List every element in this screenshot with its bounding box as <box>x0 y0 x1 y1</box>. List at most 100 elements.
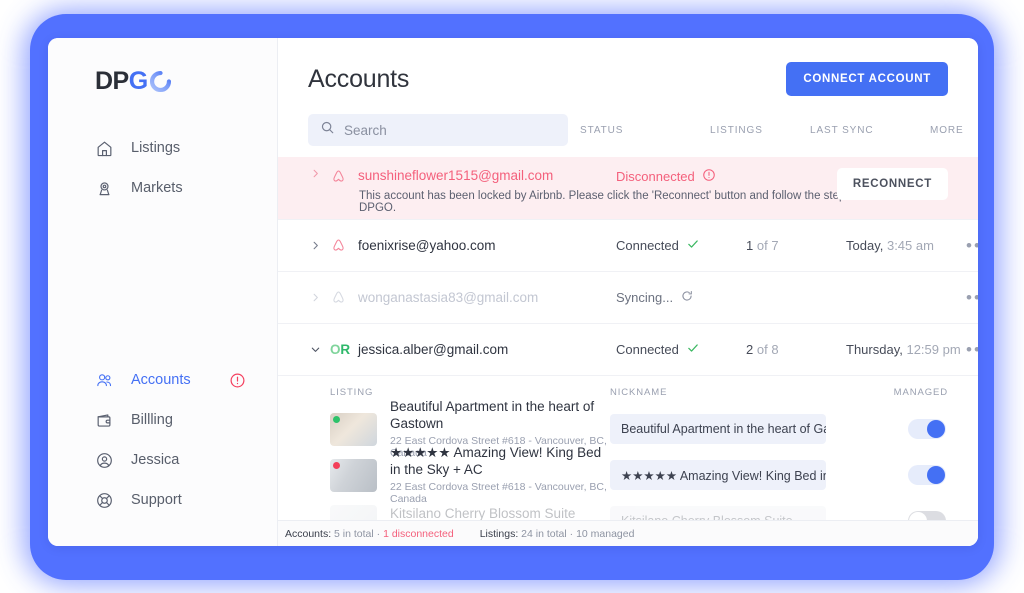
managed-toggle[interactable] <box>908 465 946 485</box>
footer-accounts-total: 5 in total <box>334 527 374 540</box>
account-status: Connected <box>616 341 746 358</box>
or-logo-icon: OR <box>330 342 354 357</box>
toggle-knob <box>927 420 945 438</box>
listings-column-headers: LISTING NICKNAME MANAGED <box>278 376 978 406</box>
listing-status-dot <box>333 415 340 423</box>
footer-listings-summary: Listings: 24 in total · 10 managed <box>480 528 635 540</box>
airbnb-icon <box>330 289 354 306</box>
sidebar-item-markets[interactable]: Markets <box>48 168 277 208</box>
listings-count: 2 <box>746 342 754 357</box>
toolbar: STATUS LISTINGS LAST SYNC MORE <box>278 96 978 146</box>
footer-accounts-summary: Accounts: 5 in total · 1 disconnected <box>285 528 454 540</box>
nickname-input[interactable]: ★★★★★ Amazing View! King Bed in <box>610 460 826 490</box>
sidebar-item-label: Support <box>131 492 182 508</box>
footer-listings-managed: 10 managed <box>576 527 635 540</box>
sidebar-item-jessica[interactable]: Jessica <box>48 440 277 480</box>
listings-total: 8 <box>771 342 779 357</box>
account-row-expanded[interactable]: OR jessica.alber@gmail.com Connected 2 o… <box>278 323 978 375</box>
reconnect-button[interactable]: RECONNECT <box>836 168 948 200</box>
alert-circle-icon <box>702 168 716 185</box>
accounts-list: sunshineflower1515@gmail.com Disconnecte… <box>278 157 978 546</box>
account-more-cell: ••• <box>966 341 978 358</box>
toggle-knob <box>927 466 945 484</box>
more-options-icon[interactable]: ••• <box>966 341 978 358</box>
account-row-syncing[interactable]: wonganastasia83@gmail.com Syncing... ••• <box>278 271 978 323</box>
or-logo-o: O <box>330 342 341 357</box>
status-bar: Accounts: 5 in total · 1 disconnected Li… <box>278 520 978 546</box>
logo-dp-text: DP <box>95 66 129 95</box>
status-text: Syncing... <box>616 290 674 305</box>
home-icon <box>95 139 117 158</box>
account-status: Connected <box>616 237 746 254</box>
sidebar-item-label: Jessica <box>131 452 180 468</box>
listing-text: ★★★★★ Amazing View! King Bed in the Sky … <box>390 445 610 505</box>
sidebar-item-accounts[interactable]: Accounts <box>48 360 277 400</box>
airbnb-icon <box>330 237 354 254</box>
footer-accounts-disconnected: 1 disconnected <box>383 527 454 540</box>
airbnb-icon <box>330 168 354 185</box>
listing-thumbnail <box>330 412 377 446</box>
nickname-input[interactable]: Beautiful Apartment in the heart of Ga <box>610 414 826 444</box>
more-options-icon[interactable]: ••• <box>966 289 978 306</box>
account-last-sync: Today, 3:45 am <box>846 238 966 253</box>
check-icon <box>686 237 700 254</box>
sidebar: DP G Listings Markets Accounts Billling … <box>48 38 278 546</box>
more-options-icon[interactable]: ••• <box>966 237 978 254</box>
status-text: Connected <box>616 342 679 357</box>
page-title: Accounts <box>308 64 410 93</box>
account-status: Disconnected <box>616 168 746 185</box>
sidebar-item-billing[interactable]: Billling <box>48 400 277 440</box>
sidebar-nav-bottom: Accounts Billling Jessica Support <box>48 360 277 520</box>
listings-count: 1 <box>746 238 754 253</box>
search-input[interactable] <box>344 122 556 138</box>
lifebuoy-icon <box>95 491 117 510</box>
column-header-more: MORE <box>930 124 964 136</box>
listing-title: ★★★★★ Amazing View! King Bed in the Sky … <box>390 445 602 477</box>
account-more-cell: ••• <box>966 289 978 306</box>
footer-listings-total: 24 in total <box>521 527 567 540</box>
expand-chevron-icon[interactable] <box>308 240 322 251</box>
listing-row[interactable]: Beautiful Apartment in the heart of Gast… <box>278 399 978 459</box>
expand-chevron-icon[interactable] <box>308 292 322 303</box>
check-icon <box>686 341 700 358</box>
wallet-icon <box>95 411 117 430</box>
account-listings-count: 1 of 7 <box>746 238 846 253</box>
search-box[interactable] <box>308 114 568 146</box>
account-column-headers: STATUS LISTINGS LAST SYNC MORE <box>580 125 968 136</box>
account-more-cell: ••• <box>966 237 978 254</box>
main-header: Accounts CONNECT ACCOUNT <box>278 38 978 96</box>
collapse-chevron-icon[interactable] <box>308 344 322 355</box>
app-logo[interactable]: DP G <box>95 68 277 94</box>
search-icon <box>320 120 335 140</box>
account-row-disconnected[interactable]: sunshineflower1515@gmail.com Disconnecte… <box>278 157 978 219</box>
status-text: Disconnected <box>616 169 695 184</box>
account-row-connected[interactable]: foenixrise@yahoo.com Connected 1 of 7 To… <box>278 219 978 271</box>
account-email: wonganastasia83@gmail.com <box>358 290 539 305</box>
footer-accounts-label: Accounts: <box>285 527 332 540</box>
footer-sep: · <box>376 527 381 540</box>
managed-toggle[interactable] <box>908 419 946 439</box>
main-content: Accounts CONNECT ACCOUNT STATUS LISTINGS… <box>278 38 978 546</box>
sidebar-item-label: Billling <box>131 412 173 428</box>
sidebar-nav-top: Listings Markets <box>48 128 277 208</box>
expand-chevron-icon[interactable] <box>308 168 322 179</box>
or-logo-r: R <box>340 342 350 357</box>
app-window: DP G Listings Markets Accounts Billling … <box>48 38 978 546</box>
logo-o-icon <box>149 70 172 93</box>
last-sync-time: 3:45 am <box>886 238 934 253</box>
managed-cell <box>826 419 948 439</box>
listings-of: of <box>756 238 768 253</box>
column-header-status: STATUS <box>580 124 624 136</box>
account-listings-count: 2 of 8 <box>746 342 846 357</box>
map-pin-icon <box>95 179 117 198</box>
column-header-last-sync: LAST SYNC <box>810 124 874 136</box>
refresh-icon <box>680 289 694 306</box>
listing-row[interactable]: ★★★★★ Amazing View! King Bed in the Sky … <box>278 445 978 505</box>
account-email: jessica.alber@gmail.com <box>358 342 509 357</box>
column-header-listing: LISTING <box>330 387 374 398</box>
column-header-listings: LISTINGS <box>710 124 763 136</box>
sidebar-item-support[interactable]: Support <box>48 480 277 520</box>
connect-account-button[interactable]: CONNECT ACCOUNT <box>786 62 948 96</box>
account-last-sync: Thursday, 12:59 pm <box>846 342 966 357</box>
sidebar-item-listings[interactable]: Listings <box>48 128 277 168</box>
